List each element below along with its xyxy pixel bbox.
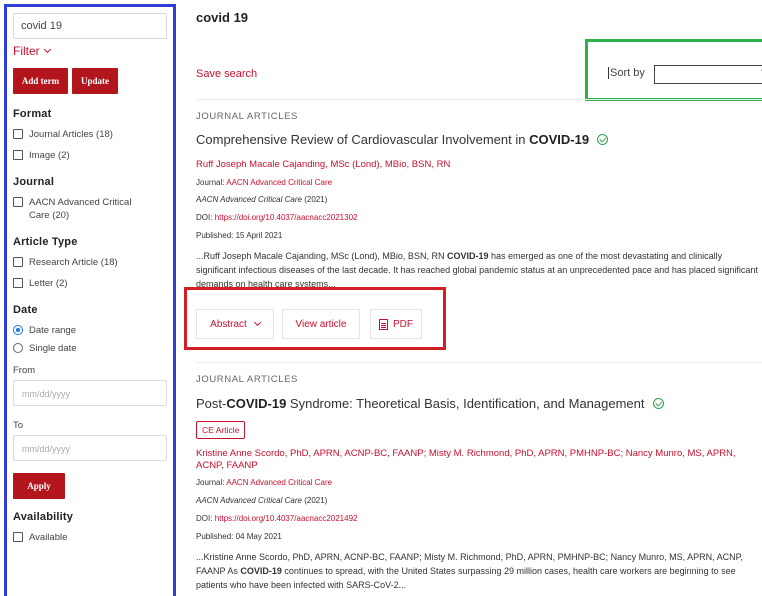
citation-journal: AACN Advanced Critical Care: [196, 496, 302, 505]
format-option-image[interactable]: Image (2): [13, 149, 167, 162]
divider: [196, 99, 762, 100]
title-highlight: COVID-19: [226, 396, 287, 411]
title-text: Post-: [196, 396, 227, 411]
pdf-icon: [379, 318, 388, 330]
checkbox[interactable]: [13, 257, 23, 267]
option-label: Research Article (18): [29, 257, 118, 268]
abstract-button[interactable]: Abstract: [196, 309, 274, 339]
availability-heading: Availability: [13, 511, 74, 523]
doi-label: DOI:: [196, 213, 213, 222]
citation-year: (2021): [304, 195, 328, 204]
option-label: Single date: [29, 343, 77, 354]
format-option-journal-articles[interactable]: Journal Articles (18): [13, 128, 167, 141]
result-published: Published: 04 May 2021: [196, 532, 282, 541]
result-snippet: ...Kristine Anne Scordo, PhD, APRN, ACNP…: [196, 550, 760, 594]
article-type-option-research[interactable]: Research Article (18): [13, 256, 167, 269]
availability-option[interactable]: Available: [13, 531, 167, 544]
checkbox[interactable]: [13, 129, 23, 139]
checkbox[interactable]: [13, 197, 23, 207]
article-type-heading: Article Type: [13, 236, 78, 248]
option-label: Available: [29, 532, 68, 543]
pdf-button[interactable]: PDF: [370, 309, 422, 339]
result-journal: Journal: AACN Advanced Critical Care: [196, 478, 332, 487]
verified-check-icon: [597, 134, 609, 145]
pdf-label: PDF: [393, 318, 413, 330]
update-button[interactable]: Update: [72, 68, 118, 94]
to-date-input[interactable]: mm/dd/yyyy: [13, 435, 167, 461]
from-date-input[interactable]: mm/dd/yyyy: [13, 380, 167, 406]
date-heading: Date: [13, 304, 38, 316]
result-published: Published: 15 April 2021: [196, 231, 283, 240]
search-input[interactable]: covid 19: [13, 13, 167, 39]
title-text: Comprehensive Review of Cardiovascular I…: [196, 132, 530, 147]
snippet-text: ...Ruff Joseph Macale Cajanding, MSc (Lo…: [196, 251, 447, 261]
ce-article-badge: CE Article: [196, 421, 246, 439]
doi-link[interactable]: https://doi.org/10.4037/aacnacc2021492: [215, 514, 358, 523]
from-label: From: [13, 365, 36, 376]
snippet-highlight: COVID-19: [446, 251, 489, 261]
option-label: Date range: [29, 325, 77, 336]
chevron-down-icon: [43, 45, 51, 54]
citation-journal: AACN Advanced Critical Care: [196, 195, 302, 204]
format-heading: Format: [13, 108, 52, 120]
checkbox[interactable]: [13, 532, 23, 542]
result-citation: AACN Advanced Critical Care (2021): [196, 496, 327, 505]
radio-selected[interactable]: [13, 325, 23, 335]
add-term-button[interactable]: Add term: [13, 68, 68, 94]
journal-link[interactable]: AACN Advanced Critical Care: [226, 178, 332, 187]
result-citation: AACN Advanced Critical Care (2021): [196, 195, 327, 204]
result-type: JOURNAL ARTICLES: [196, 111, 298, 122]
sort-label: Sort by: [608, 67, 645, 79]
chevron-down-icon: [253, 318, 261, 327]
result-authors[interactable]: Kristine Anne Scordo, PhD, APRN, ACNP-BC…: [196, 448, 760, 472]
apply-button[interactable]: Apply: [13, 473, 65, 499]
journal-heading: Journal: [13, 176, 55, 188]
journal-label: Journal:: [196, 178, 225, 187]
doi-link[interactable]: https://doi.org/10.4037/aacnacc2021302: [215, 213, 358, 222]
filter-label: Filter: [13, 44, 40, 58]
date-range-radio[interactable]: Date range: [13, 324, 167, 337]
doi-label: DOI:: [196, 514, 213, 523]
results-panel: covid 19 Save search Sort by JOURNAL ART…: [184, 0, 762, 596]
view-article-label: View article: [295, 318, 347, 330]
journal-option-aacn[interactable]: AACN Advanced Critical Care (20): [13, 196, 167, 222]
to-label: To: [13, 420, 24, 431]
option-label: Image (2): [29, 150, 70, 161]
verified-check-icon: [652, 398, 664, 409]
journal-link[interactable]: AACN Advanced Critical Care: [226, 478, 332, 487]
query-title: covid 19: [196, 10, 249, 25]
radio[interactable]: [13, 343, 23, 353]
sort-select[interactable]: [654, 65, 762, 84]
option-label: Letter (2): [29, 278, 68, 289]
article-type-option-letter[interactable]: Letter (2): [13, 277, 167, 290]
save-search-link[interactable]: Save search: [196, 68, 257, 80]
title-text: Syndrome: Theoretical Basis, Identificat…: [286, 396, 645, 411]
journal-label: Journal:: [196, 478, 225, 487]
divider: [196, 362, 762, 363]
result-type: JOURNAL ARTICLES: [196, 374, 298, 385]
result-title[interactable]: Post-COVID-19 Syndrome: Theoretical Basi…: [196, 396, 664, 411]
result-title[interactable]: Comprehensive Review of Cardiovascular I…: [196, 132, 609, 147]
filter-sidebar: covid 19 Filter Add term Update Format J…: [4, 4, 176, 596]
result-snippet: ...Ruff Joseph Macale Cajanding, MSc (Lo…: [196, 249, 760, 287]
single-date-radio[interactable]: Single date: [13, 342, 167, 355]
filter-toggle[interactable]: Filter: [13, 44, 167, 58]
result-authors[interactable]: Ruff Joseph Macale Cajanding, MSc (Lond)…: [196, 159, 450, 171]
title-highlight: COVID-19: [529, 132, 590, 147]
view-article-button[interactable]: View article: [282, 309, 360, 339]
abstract-label: Abstract: [210, 318, 247, 330]
sort-control: Sort by: [585, 39, 762, 101]
result-doi: DOI: https://doi.org/10.4037/aacnacc2021…: [196, 514, 357, 523]
option-label: Journal Articles (18): [29, 129, 113, 140]
citation-year: (2021): [304, 496, 328, 505]
result-doi: DOI: https://doi.org/10.4037/aacnacc2021…: [196, 213, 357, 222]
result-journal: Journal: AACN Advanced Critical Care: [196, 178, 332, 187]
checkbox[interactable]: [13, 278, 23, 288]
checkbox[interactable]: [13, 150, 23, 160]
snippet-highlight: COVID-19: [240, 566, 282, 576]
option-label: AACN Advanced Critical Care (20): [29, 197, 132, 221]
